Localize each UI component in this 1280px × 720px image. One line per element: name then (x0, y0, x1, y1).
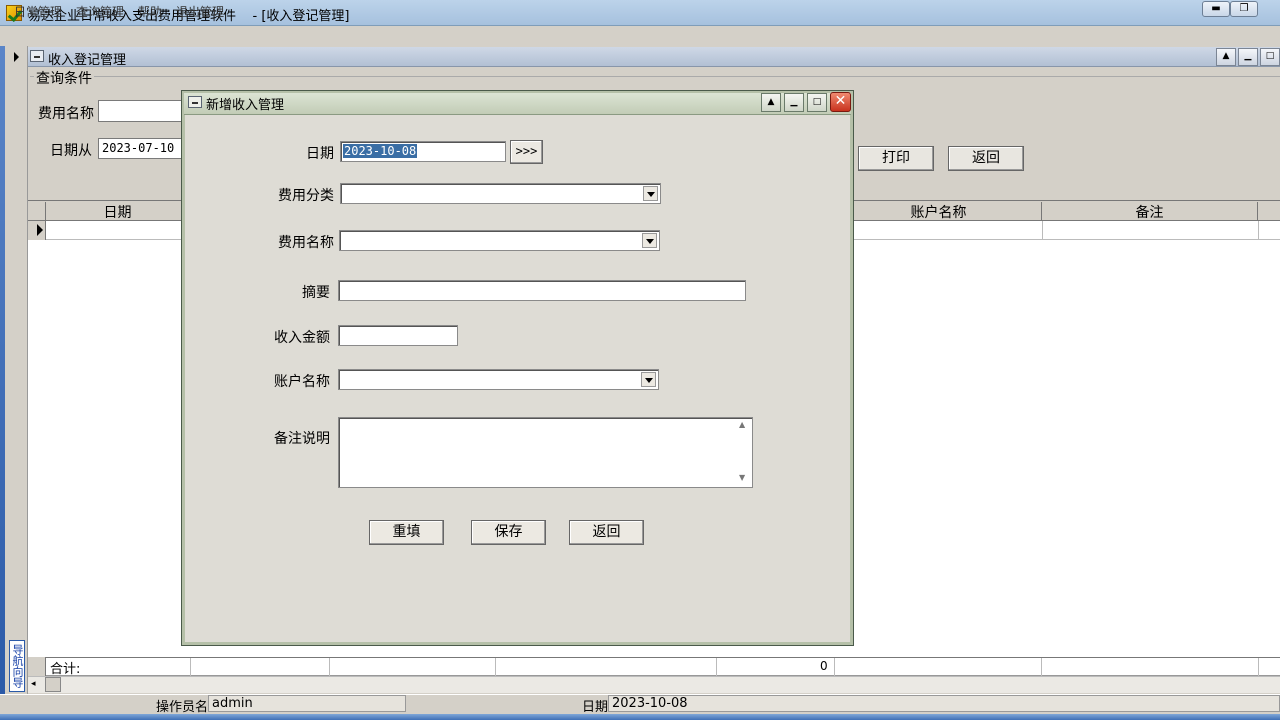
summary-amount: 0 (820, 659, 828, 673)
status-date-value: 2023-10-08 (608, 695, 1280, 712)
cell-divider (190, 658, 191, 676)
fee-name-search-input[interactable] (98, 100, 188, 122)
child-maximize-button[interactable]: □ (1260, 48, 1280, 66)
category-label: 费用分类 (278, 188, 334, 204)
query-group-title: 查询条件 (34, 68, 94, 88)
system-menu-icon[interactable] (30, 50, 44, 62)
cell-divider (1258, 221, 1259, 240)
chevron-down-icon[interactable] (642, 233, 657, 248)
return-button[interactable]: 返回 (569, 520, 644, 545)
dialog-close-button[interactable]: ✕ (830, 92, 851, 112)
dialog-minimize-button[interactable]: ▁ (784, 93, 804, 112)
account-select[interactable] (338, 369, 659, 390)
summary-field-label: 摘要 (302, 285, 330, 301)
summary-row-indicator (28, 657, 46, 676)
child-window-titlebar (28, 47, 1280, 67)
cell-divider (834, 658, 835, 676)
grid-header-indicator (28, 202, 46, 220)
date-from-input[interactable]: 2023-07-10 (98, 138, 188, 159)
cell-divider (1041, 658, 1042, 676)
operator-label: 操作员名 (156, 700, 209, 715)
cell-divider (716, 658, 717, 676)
dialog-title: 新增收入管理 (206, 98, 285, 113)
fee-name-select[interactable] (339, 230, 660, 251)
save-button[interactable]: 保存 (471, 520, 546, 545)
scroll-up-icon[interactable]: ▲ (739, 420, 745, 429)
reset-button[interactable]: 重填 (369, 520, 444, 545)
minimize-button[interactable]: ▬ (1202, 1, 1230, 17)
summary-input[interactable] (338, 280, 746, 301)
date-input[interactable]: 2023-10-08 (340, 141, 506, 162)
operator-value: admin (208, 695, 406, 712)
account-label: 账户名称 (274, 374, 330, 390)
fee-name-label: 费用名称 (38, 106, 94, 122)
expand-arrow-icon[interactable] (14, 52, 19, 62)
horizontal-scrollbar[interactable] (28, 676, 1280, 693)
dialog-system-menu-icon[interactable] (188, 96, 202, 108)
scrollbar-thumb[interactable] (45, 677, 61, 692)
date-from-label: 日期从 (50, 143, 92, 159)
menu-query[interactable]: 查询管理 (76, 3, 124, 20)
note-textarea[interactable] (338, 417, 753, 488)
date-label: 日期 (306, 146, 334, 162)
summary-row (28, 657, 1280, 676)
date-picker-button[interactable]: >>> (510, 140, 543, 164)
row-pointer-icon (37, 224, 43, 236)
back-button[interactable]: 返回 (948, 146, 1024, 171)
column-header-filler (1258, 202, 1280, 220)
child-window-title: 收入登记管理 (48, 53, 127, 68)
dialog-maximize-button[interactable]: □ (807, 93, 827, 112)
status-date-label: 日期 (582, 700, 609, 715)
taskbar-edge (0, 714, 1280, 720)
print-button[interactable]: 打印 (858, 146, 934, 171)
maximize-button[interactable]: ❐ (1230, 1, 1258, 17)
child-restore-up-button[interactable]: ▲ (1216, 48, 1236, 66)
scroll-down-icon[interactable]: ▼ (739, 473, 745, 482)
child-minimize-button[interactable]: ▁ (1238, 48, 1258, 66)
summary-label: 合计: (50, 662, 81, 677)
chevron-down-icon[interactable] (643, 186, 658, 201)
column-header-note[interactable]: 备注 (1042, 202, 1258, 221)
cell-divider (495, 658, 496, 676)
column-header-account[interactable]: 账户名称 (836, 202, 1042, 221)
column-header-date[interactable]: 日期 (46, 202, 190, 221)
chevron-down-icon[interactable] (641, 372, 656, 387)
menu-bar (0, 26, 1280, 46)
date-input-value: 2023-10-08 (343, 144, 418, 158)
add-income-dialog (181, 90, 854, 646)
cell-divider (1258, 658, 1259, 676)
fee-name-field-label: 费用名称 (278, 235, 334, 251)
category-select[interactable] (340, 183, 661, 204)
navigation-tab[interactable]: 导航向导 (9, 640, 25, 692)
note-label: 备注说明 (274, 431, 330, 447)
dialog-titlebar (184, 93, 851, 115)
amount-input[interactable] (338, 325, 458, 346)
scroll-left-icon[interactable]: ◂ (31, 679, 36, 689)
amount-label: 收入金额 (274, 330, 330, 346)
cell-divider (1042, 221, 1043, 240)
left-accent-strip (0, 46, 5, 700)
menu-daily[interactable]: 日常管理 (14, 3, 62, 20)
menu-help[interactable]: 帮助 (138, 3, 162, 20)
menu-exit[interactable]: 退出管理 (176, 3, 224, 20)
cell-divider (329, 658, 330, 676)
dialog-up-button[interactable]: ▲ (761, 93, 781, 112)
